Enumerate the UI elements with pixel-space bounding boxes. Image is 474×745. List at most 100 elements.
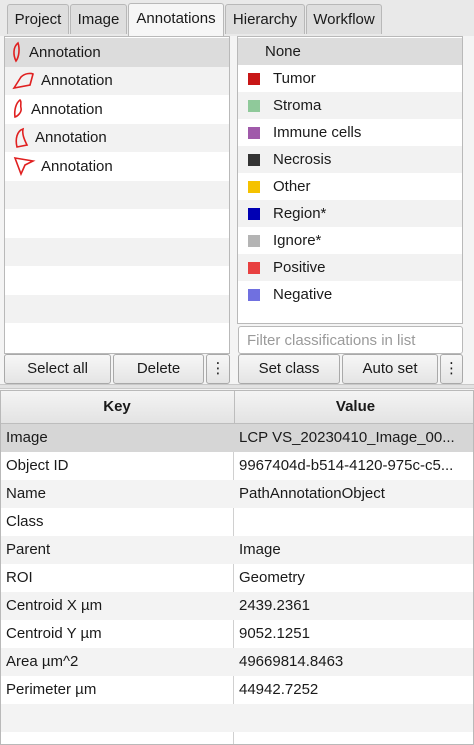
class-label: Positive [273, 259, 326, 276]
measurement-table: Key Value Image LCP VS_20230410_Image_00… [0, 390, 474, 745]
empty-row [5, 323, 229, 352]
empty-row [5, 180, 229, 209]
table-row[interactable]: Object ID 9967404d-b514-4120-975c-c5... [1, 452, 473, 480]
column-header-value[interactable]: Value [234, 391, 473, 423]
class-label: Ignore* [273, 232, 322, 249]
class-color-swatch [248, 288, 260, 301]
row-value: Image [239, 541, 281, 558]
class-color-swatch [248, 234, 260, 247]
table-row[interactable]: Name PathAnnotationObject [1, 480, 473, 508]
class-label: Tumor [273, 70, 316, 87]
annotation-shape-icon [13, 98, 22, 119]
row-key: ROI [6, 569, 33, 586]
class-color-swatch [248, 72, 260, 85]
tab-workflow[interactable]: Workflow [306, 4, 382, 34]
class-color-swatch [248, 153, 260, 166]
select-all-button[interactable]: Select all [4, 354, 111, 384]
row-value: 9052.1251 [239, 625, 310, 642]
row-value: LCP VS_20230410_Image_00... [239, 429, 455, 446]
class-color-swatch [248, 126, 260, 139]
class-label: None [265, 43, 301, 60]
annotation-label: Annotation [41, 157, 113, 175]
table-row[interactable]: ROI Geometry [1, 564, 473, 592]
row-key: Parent [6, 541, 51, 558]
annotation-shape-icon [12, 72, 34, 89]
tab-hierarchy[interactable]: Hierarchy [225, 4, 305, 34]
table-row[interactable]: Perimeter µm 44942.7252 [1, 676, 473, 704]
row-key: Image [6, 429, 48, 446]
list-item[interactable]: Annotation [5, 152, 229, 181]
row-key: Perimeter µm [6, 681, 97, 698]
class-item[interactable]: Region* [238, 200, 462, 227]
class-item[interactable]: Immune cells [238, 119, 462, 146]
table-header: Key Value [1, 391, 473, 424]
class-item[interactable]: Positive [238, 254, 462, 281]
class-item[interactable]: Tumor [238, 65, 462, 92]
annotation-label: Annotation [35, 129, 107, 146]
classification-filter-input[interactable] [238, 326, 463, 354]
table-row[interactable]: Class [1, 508, 473, 536]
table-row[interactable]: Image LCP VS_20230410_Image_00... [1, 424, 473, 452]
tab-bar: Project Image Annotations Hierarchy Work… [0, 0, 474, 36]
annotation-shape-icon [13, 156, 36, 177]
list-item[interactable]: Annotation [5, 38, 229, 67]
tab-image[interactable]: Image [70, 4, 127, 34]
table-row[interactable]: Area µm^2 49669814.8463 [1, 648, 473, 676]
split-pane-divider[interactable] [0, 384, 474, 389]
class-item[interactable]: Necrosis [238, 146, 462, 173]
class-more-button[interactable]: ⋮ [440, 354, 463, 384]
auto-set-button[interactable]: Auto set [342, 354, 438, 384]
table-row[interactable]: Parent Image [1, 536, 473, 564]
class-label: Necrosis [273, 151, 332, 168]
class-color-swatch [248, 99, 260, 112]
list-item[interactable]: Annotation [5, 123, 229, 152]
tab-annotations[interactable]: Annotations [128, 3, 224, 36]
row-value [234, 508, 473, 536]
row-value: PathAnnotationObject [239, 485, 385, 502]
row-value: 49669814.8463 [239, 653, 344, 670]
row-value: 2439.2361 [239, 597, 310, 614]
classification-list[interactable]: None Tumor Stroma Immune cells Necrosis … [237, 36, 463, 324]
class-label: Stroma [273, 97, 322, 114]
class-label: Region* [273, 205, 327, 222]
empty-row [5, 237, 229, 266]
list-item[interactable]: Annotation [5, 95, 229, 124]
class-label: Immune cells [273, 124, 362, 141]
empty-row [5, 266, 229, 295]
annotation-label: Annotation [31, 100, 103, 118]
row-key: Name [6, 485, 47, 502]
row-value: Geometry [239, 569, 305, 586]
class-item[interactable]: Stroma [238, 92, 462, 119]
empty-row [1, 704, 473, 732]
annotation-label: Annotation [29, 43, 101, 61]
class-color-swatch [248, 180, 260, 193]
set-class-button[interactable]: Set class [238, 354, 340, 384]
table-row[interactable]: Centroid Y µm 9052.1251 [1, 620, 473, 648]
row-key: Object ID [6, 457, 69, 474]
list-item[interactable]: Annotation [5, 66, 229, 95]
row-key: Centroid Y µm [6, 625, 102, 642]
delete-button[interactable]: Delete [113, 354, 204, 384]
row-value: 44942.7252 [239, 681, 319, 698]
tab-project[interactable]: Project [7, 4, 69, 34]
annotation-more-button[interactable]: ⋮ [206, 354, 230, 384]
row-key: Class [6, 513, 44, 530]
row-key: Area µm^2 [6, 653, 79, 670]
class-item-none[interactable]: None [238, 38, 462, 65]
class-color-swatch [248, 207, 260, 220]
class-item[interactable]: Other [238, 173, 462, 200]
class-item[interactable]: Ignore* [238, 227, 462, 254]
annotation-label: Annotation [41, 72, 113, 89]
table-row[interactable]: Centroid X µm 2439.2361 [1, 592, 473, 620]
class-item[interactable]: Negative [238, 281, 462, 308]
row-value: 9967404d-b514-4120-975c-c5... [239, 457, 454, 474]
column-header-key[interactable]: Key [1, 391, 233, 423]
annotation-shape-icon [13, 41, 20, 63]
class-label: Negative [273, 286, 333, 303]
class-color-swatch [248, 261, 260, 274]
row-key: Centroid X µm [6, 597, 103, 614]
empty-row [5, 294, 229, 323]
annotation-list[interactable]: Annotation Annotation Annotation Annotat… [4, 36, 230, 354]
annotation-shape-icon [15, 127, 29, 148]
empty-row [5, 209, 229, 238]
